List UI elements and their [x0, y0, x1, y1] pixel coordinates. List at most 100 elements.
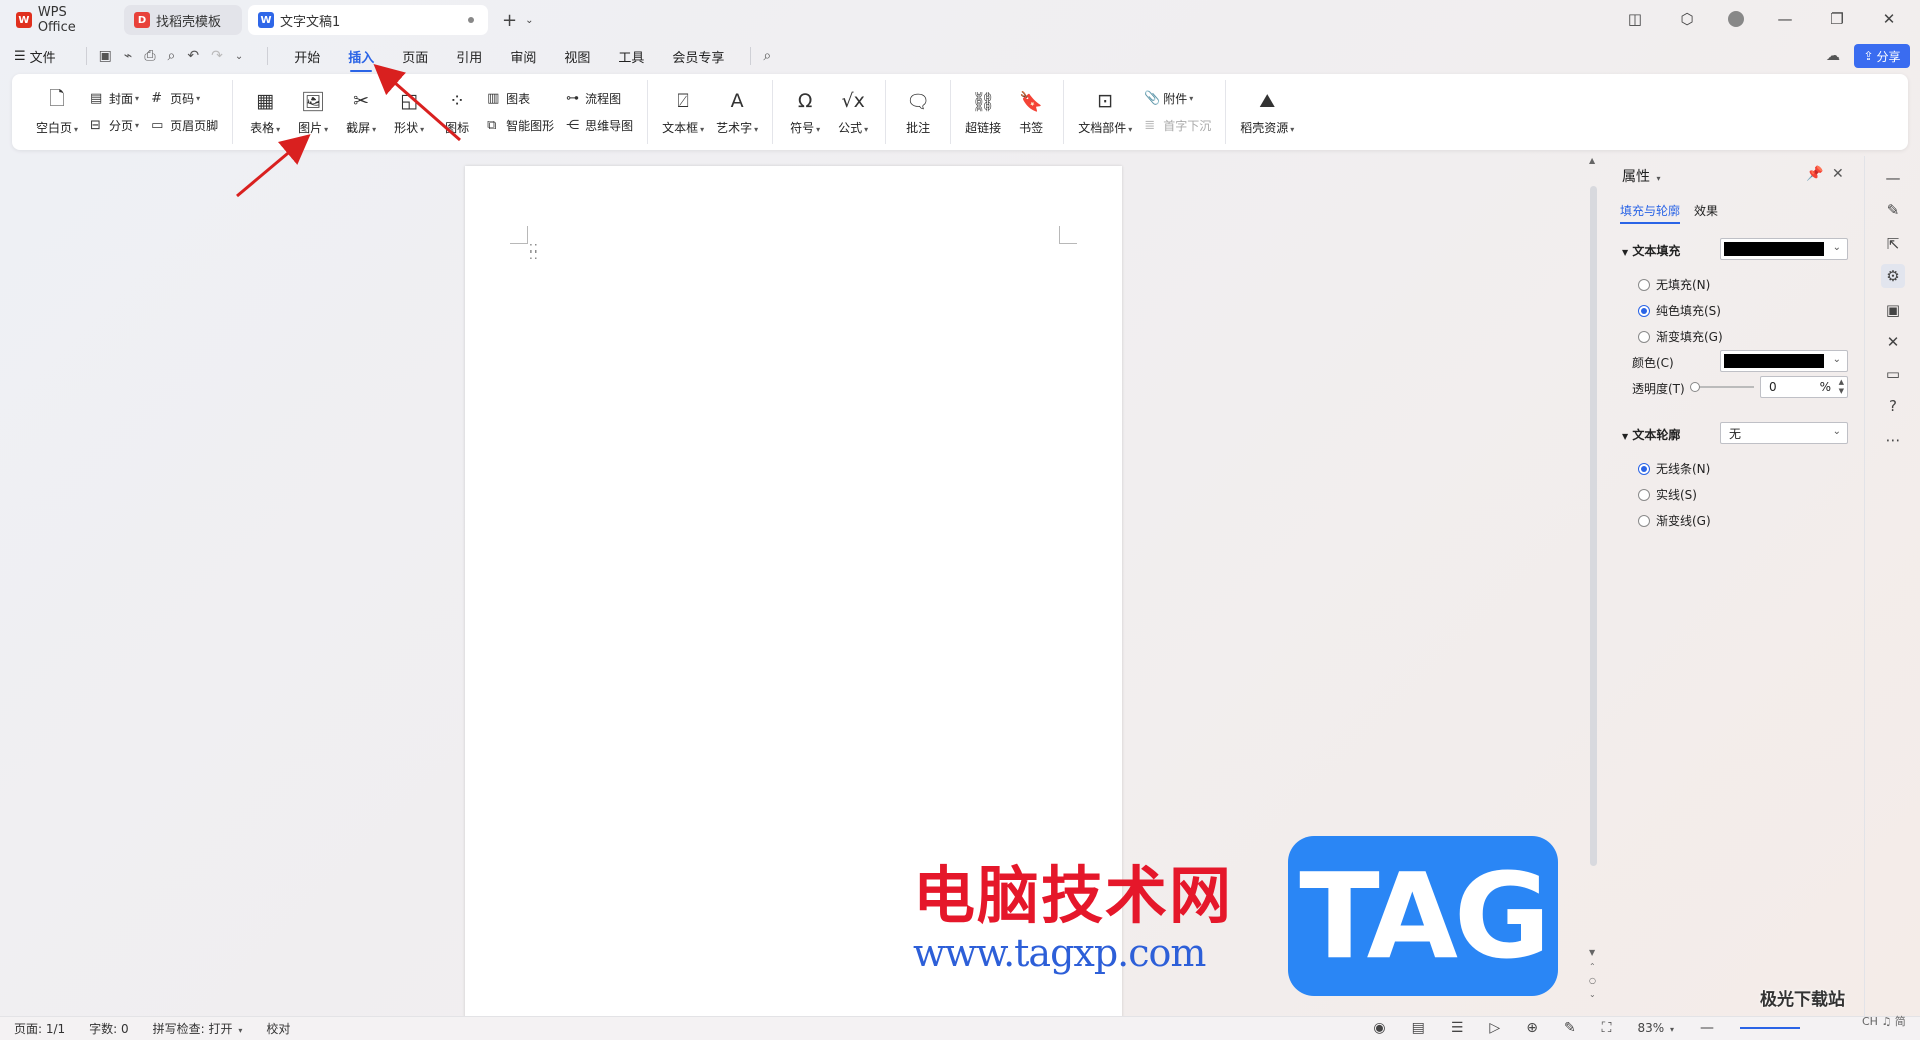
- pen-icon[interactable]: ✎: [1564, 1020, 1576, 1036]
- zoom-level[interactable]: 83% ▾: [1637, 1021, 1674, 1035]
- next-page-icon[interactable]: ⌄: [1589, 990, 1596, 999]
- symbol-button[interactable]: Ω 符号 ▾: [787, 88, 823, 136]
- bookmark-button[interactable]: 🔖 书签: [1013, 88, 1049, 136]
- picture-button[interactable]: 🖼 图片 ▾: [295, 88, 331, 136]
- screenshot-button[interactable]: ✂ 截屏 ▾: [343, 88, 379, 136]
- text-fill-color-dropdown[interactable]: ⌄: [1720, 238, 1848, 260]
- cube-icon[interactable]: ⬡: [1676, 8, 1698, 30]
- minimize-icon[interactable]: —: [1774, 8, 1796, 30]
- file-menu[interactable]: ☰ 文件: [14, 47, 56, 66]
- shape-button[interactable]: ◱ 形状 ▾: [391, 88, 427, 136]
- drop-cap-button[interactable]: ≣ 首字下沉: [1144, 117, 1211, 134]
- unsaved-dot-icon[interactable]: [468, 17, 474, 23]
- icon-button[interactable]: ⁘ 图标: [439, 88, 475, 136]
- eye-icon[interactable]: ◉: [1373, 1020, 1385, 1036]
- share-button[interactable]: ⇪ 分享: [1854, 44, 1910, 68]
- transparency-slider[interactable]: [1690, 382, 1754, 392]
- color-dropdown[interactable]: ⌄: [1720, 350, 1848, 372]
- close-icon[interactable]: ✕: [1878, 8, 1900, 30]
- browse-object-icon[interactable]: ○: [1589, 976, 1596, 985]
- print-icon[interactable]: ⎙: [144, 48, 155, 64]
- proofread-button[interactable]: 校对: [266, 1020, 290, 1037]
- mind-map-button[interactable]: ⋲ 思维导图: [566, 117, 633, 134]
- tools-icon[interactable]: ✕: [1881, 330, 1905, 354]
- word-art-button[interactable]: A 艺术字 ▾: [716, 88, 758, 136]
- tab-page[interactable]: 页面: [402, 47, 428, 66]
- page-view-icon[interactable]: ▤: [1412, 1020, 1425, 1036]
- prev-page-icon[interactable]: ⌃: [1589, 962, 1596, 971]
- spell-check-toggle[interactable]: 拼写检查: 打开 ▾: [153, 1020, 243, 1037]
- more-icon[interactable]: ⋯: [1881, 428, 1905, 452]
- fit-page-icon[interactable]: ⛶: [1602, 1020, 1612, 1036]
- zoom-slider[interactable]: [1740, 1027, 1800, 1029]
- radio-gradient-line[interactable]: 渐变线(G): [1638, 512, 1711, 529]
- comment-button[interactable]: 🗨 批注: [900, 88, 936, 136]
- panel-title[interactable]: 属性 ▾: [1622, 166, 1660, 186]
- radio-solid-line[interactable]: 实线(S): [1638, 486, 1697, 503]
- tab-document-1[interactable]: W 文字文稿1: [248, 5, 488, 35]
- web-view-icon[interactable]: ⊕: [1526, 1020, 1538, 1036]
- tab-list-chevron-icon[interactable]: ⌄: [525, 15, 533, 26]
- quick-access-more-chevron-icon[interactable]: ⌄: [235, 51, 243, 62]
- layout-icon[interactable]: ◫: [1624, 8, 1646, 30]
- outline-dropdown[interactable]: 无 ⌄: [1720, 422, 1848, 444]
- search-icon[interactable]: ⌕: [763, 48, 771, 64]
- hyperlink-button[interactable]: ⛓ 超链接: [965, 88, 1001, 136]
- radio-gradient-fill[interactable]: 渐变填充(G): [1638, 328, 1723, 345]
- blank-page-button[interactable]: 🗋 空白页 ▾: [36, 88, 78, 136]
- textbox-button[interactable]: ⍁ 文本框 ▾: [662, 88, 704, 136]
- properties-sliders-icon[interactable]: ⚙: [1881, 264, 1905, 288]
- cloud-icon[interactable]: ☁: [1826, 48, 1840, 64]
- tab-wps-office[interactable]: W WPS Office: [6, 5, 118, 35]
- tab-effect[interactable]: 效果: [1694, 202, 1718, 224]
- text-outline-section[interactable]: ▼ 文本轮廓: [1622, 426, 1680, 443]
- tab-tools[interactable]: 工具: [618, 47, 644, 66]
- tab-insert[interactable]: 插入: [348, 47, 374, 72]
- play-icon[interactable]: ▷: [1489, 1020, 1500, 1036]
- text-fill-section[interactable]: ▼ 文本填充: [1622, 242, 1680, 259]
- pen-icon[interactable]: ✎: [1881, 198, 1905, 222]
- table-button[interactable]: ▦ 表格 ▾: [247, 88, 283, 136]
- docer-resources-button[interactable]: ⛰ 稻壳资源 ▾: [1240, 88, 1294, 136]
- word-count[interactable]: 字数: 0: [89, 1020, 129, 1037]
- outline-view-icon[interactable]: ☰: [1451, 1020, 1464, 1036]
- radio-no-fill[interactable]: 无填充(N): [1638, 276, 1710, 293]
- tab-home[interactable]: 开始: [294, 47, 320, 66]
- redo-icon[interactable]: ↷: [211, 48, 223, 64]
- book-icon[interactable]: ▭: [1881, 362, 1905, 386]
- pin-icon[interactable]: 📌: [1806, 166, 1823, 182]
- page-break-button[interactable]: ⊟ 分页 ▾: [90, 117, 139, 134]
- radio-no-line[interactable]: 无线条(N): [1638, 460, 1710, 477]
- tab-member[interactable]: 会员专享: [672, 47, 724, 66]
- spinner-arrows-icon[interactable]: ▲ ▼: [1839, 378, 1844, 396]
- undo-icon[interactable]: ↶: [187, 48, 199, 64]
- chart-button[interactable]: ▥ 图表: [487, 90, 554, 107]
- select-cursor-icon[interactable]: ⇱: [1881, 232, 1905, 256]
- tab-fill-outline[interactable]: 填充与轮廓: [1620, 202, 1681, 224]
- save-icon[interactable]: ▣: [99, 48, 112, 64]
- transparency-input[interactable]: 0 % ▲ ▼: [1760, 376, 1848, 398]
- vertical-scrollbar[interactable]: ▲ ▼ ⌃ ○ ⌄: [1586, 156, 1600, 1012]
- tab-references[interactable]: 引用: [456, 47, 482, 66]
- new-tab-plus-icon[interactable]: +: [502, 10, 517, 31]
- image-edit-icon[interactable]: ▣: [1881, 298, 1905, 322]
- page-number-button[interactable]: # 页码 ▾: [151, 90, 218, 107]
- zoom-out-icon[interactable]: —: [1700, 1020, 1714, 1036]
- attachment-button[interactable]: 📎 附件 ▾: [1144, 90, 1211, 107]
- restore-icon[interactable]: ❐: [1826, 8, 1848, 30]
- formula-button[interactable]: √x 公式 ▾: [835, 88, 871, 136]
- collapse-icon[interactable]: —: [1881, 166, 1905, 190]
- tab-docer-templates[interactable]: D 找稻壳模板: [124, 5, 242, 35]
- close-icon[interactable]: ✕: [1832, 166, 1844, 182]
- scroll-thumb[interactable]: [1590, 186, 1597, 866]
- flowchart-button[interactable]: ⊶ 流程图: [566, 90, 633, 107]
- help-icon[interactable]: ?: [1881, 394, 1905, 418]
- scroll-down-arrow-icon[interactable]: ▼: [1589, 948, 1595, 957]
- smart-art-button[interactable]: ⧉ 智能图形: [487, 117, 554, 134]
- slider-knob[interactable]: [1690, 382, 1700, 392]
- radio-solid-fill[interactable]: 纯色填充(S): [1638, 302, 1721, 319]
- scroll-up-arrow-icon[interactable]: ▲: [1589, 156, 1595, 165]
- avatar[interactable]: [1728, 11, 1744, 27]
- tab-review[interactable]: 审阅: [510, 47, 536, 66]
- page-count[interactable]: 页面: 1/1: [14, 1020, 65, 1037]
